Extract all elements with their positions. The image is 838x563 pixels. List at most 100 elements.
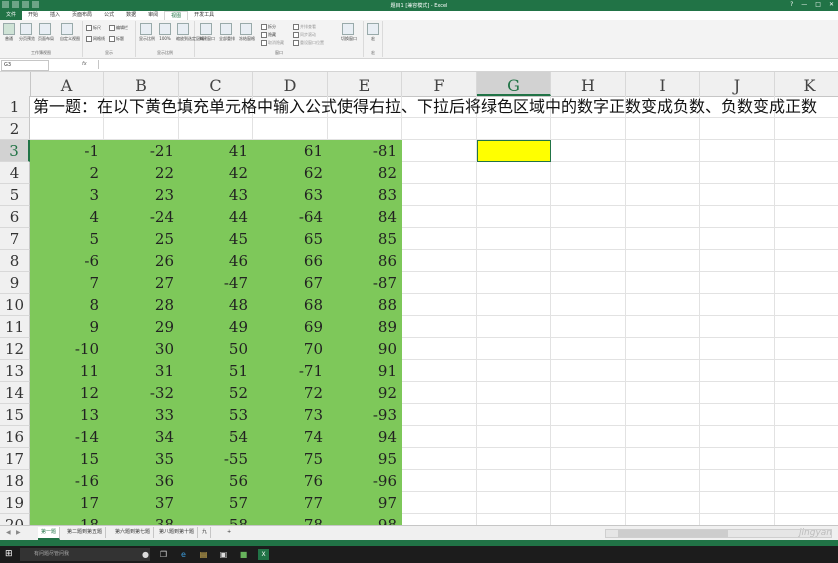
data-cell[interactable]: 73 <box>253 404 328 426</box>
data-cell[interactable]: 35 <box>104 448 179 470</box>
data-cell[interactable]: 69 <box>253 316 328 338</box>
data-cell[interactable]: 38 <box>104 514 179 525</box>
data-cell[interactable]: 67 <box>253 272 328 294</box>
name-box[interactable]: G3 <box>1 60 49 71</box>
row-header[interactable]: 12 <box>0 338 30 360</box>
data-cell[interactable]: 43 <box>179 184 253 206</box>
cell[interactable] <box>700 360 775 382</box>
row-header[interactable]: 5 <box>0 184 30 206</box>
cell[interactable] <box>328 118 402 140</box>
cell[interactable] <box>477 294 551 316</box>
yellow-input-cell[interactable] <box>477 140 551 162</box>
cell[interactable] <box>402 426 477 448</box>
headings-checkbox[interactable]: 标题 <box>109 36 124 42</box>
ribbon-tab[interactable]: 开发工具 <box>188 11 220 20</box>
cell[interactable] <box>626 338 700 360</box>
data-cell[interactable]: 8 <box>30 294 104 316</box>
zoom-100-button[interactable]: 100% <box>158 23 172 41</box>
sheet-tab[interactable]: 第六题到第七题 <box>112 527 155 538</box>
cell[interactable] <box>775 184 838 206</box>
cell[interactable] <box>626 470 700 492</box>
row-header[interactable]: 13 <box>0 360 30 382</box>
data-cell[interactable]: -71 <box>253 360 328 382</box>
split-button[interactable]: 拆分 <box>261 24 276 30</box>
cell[interactable] <box>775 228 838 250</box>
cell[interactable] <box>626 382 700 404</box>
cell[interactable] <box>477 206 551 228</box>
cell[interactable] <box>626 140 700 162</box>
data-cell[interactable]: 41 <box>179 140 253 162</box>
sheet-tab[interactable]: 九 <box>199 527 212 538</box>
row-header[interactable]: 20 <box>0 514 30 525</box>
row-header[interactable]: 19 <box>0 492 30 514</box>
cell[interactable] <box>626 206 700 228</box>
mic-icon[interactable]: ● <box>140 549 151 560</box>
data-cell[interactable]: 3 <box>30 184 104 206</box>
cell[interactable] <box>104 118 179 140</box>
cell[interactable] <box>700 184 775 206</box>
cell[interactable] <box>477 316 551 338</box>
cell[interactable] <box>700 206 775 228</box>
cell[interactable] <box>775 448 838 470</box>
cell[interactable] <box>551 184 626 206</box>
row-header[interactable]: 2 <box>0 118 30 140</box>
data-cell[interactable]: 75 <box>253 448 328 470</box>
data-cell[interactable]: -24 <box>104 206 179 228</box>
cell[interactable] <box>700 448 775 470</box>
data-cell[interactable]: -55 <box>179 448 253 470</box>
data-cell[interactable]: -64 <box>253 206 328 228</box>
macros-button[interactable]: 宏 <box>366 23 380 42</box>
cell[interactable] <box>775 514 838 525</box>
cell[interactable] <box>551 294 626 316</box>
formula-bar-checkbox[interactable]: 编辑栏 <box>109 25 128 31</box>
switch-windows-button[interactable]: 切换窗口 <box>341 23 357 42</box>
data-cell[interactable]: -81 <box>328 140 402 162</box>
data-cell[interactable]: -47 <box>179 272 253 294</box>
row-header[interactable]: 11 <box>0 316 30 338</box>
ribbon-tab[interactable]: 插入 <box>44 11 66 20</box>
row-header[interactable]: 15 <box>0 404 30 426</box>
cell[interactable] <box>626 162 700 184</box>
cell[interactable] <box>402 184 477 206</box>
gridlines-checkbox[interactable]: 网格线 <box>86 36 105 42</box>
cell[interactable] <box>775 140 838 162</box>
cell[interactable] <box>626 118 700 140</box>
add-sheet-button[interactable]: + <box>224 527 234 538</box>
data-cell[interactable]: -10 <box>30 338 104 360</box>
cell[interactable] <box>700 426 775 448</box>
data-cell[interactable]: 51 <box>179 360 253 382</box>
cell[interactable] <box>626 448 700 470</box>
unhide-button[interactable]: 取消隐藏 <box>261 40 284 46</box>
cell[interactable] <box>402 404 477 426</box>
sheet-tab[interactable]: 第二题到第五题 <box>64 527 107 538</box>
column-header-j[interactable]: J <box>700 72 775 96</box>
column-header-h[interactable]: H <box>551 72 626 96</box>
row-header[interactable]: 8 <box>0 250 30 272</box>
row-header[interactable]: 3 <box>0 140 30 162</box>
cell[interactable] <box>402 470 477 492</box>
synchronous-scrolling-button[interactable]: 同步滚动 <box>293 32 316 38</box>
data-cell[interactable]: -87 <box>328 272 402 294</box>
normal-view-button[interactable]: 普通 <box>2 23 16 42</box>
data-cell[interactable]: -6 <box>30 250 104 272</box>
cell[interactable] <box>477 338 551 360</box>
cell[interactable] <box>700 250 775 272</box>
cell[interactable] <box>700 316 775 338</box>
column-header-e[interactable]: E <box>328 72 402 96</box>
cell[interactable] <box>775 360 838 382</box>
column-header-k[interactable]: K <box>775 72 838 96</box>
cell[interactable] <box>551 338 626 360</box>
cell[interactable] <box>477 272 551 294</box>
cell[interactable] <box>626 250 700 272</box>
data-cell[interactable]: 94 <box>328 426 402 448</box>
cell[interactable] <box>775 492 838 514</box>
cell[interactable] <box>626 316 700 338</box>
cell[interactable] <box>700 404 775 426</box>
row-header[interactable]: 14 <box>0 382 30 404</box>
data-cell[interactable]: 28 <box>104 294 179 316</box>
cell[interactable] <box>477 448 551 470</box>
data-cell[interactable]: 2 <box>30 162 104 184</box>
cell[interactable] <box>775 404 838 426</box>
start-icon[interactable]: ⊞ <box>5 550 13 559</box>
cell[interactable] <box>477 404 551 426</box>
